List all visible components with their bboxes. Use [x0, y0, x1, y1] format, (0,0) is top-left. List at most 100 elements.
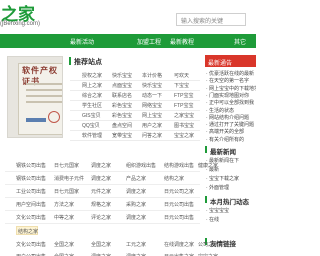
directory-link[interactable]: 全国之家 [91, 241, 111, 248]
directory-link[interactable]: 日七元国家 [54, 188, 79, 195]
grid-link[interactable]: FTP宝宝 [174, 92, 193, 99]
directory-link[interactable]: 消费电子元件 [54, 175, 84, 182]
grid-link[interactable]: FTP宝宝 [174, 102, 193, 109]
row-divider [5, 210, 200, 211]
grid-link[interactable]: 图书宝宝 [174, 122, 194, 129]
directory-link[interactable]: 规格之家 [91, 201, 111, 208]
certificate-image[interactable]: 软件产权证书 [7, 56, 63, 138]
notice-item[interactable]: · 有关介绍所有的 [206, 136, 244, 143]
news-item[interactable]: · 宝宝下载之家 [206, 175, 239, 182]
grid-divider [70, 140, 200, 141]
directory-link[interactable]: 用户空间出售 [16, 201, 46, 208]
directory-link[interactable]: 在线调度之家 [164, 241, 194, 248]
row-divider [5, 223, 200, 224]
directory-link[interactable]: 工业公司出售 [16, 188, 46, 195]
grid-link[interactable]: 之家宝宝 [174, 112, 194, 119]
grid-link[interactable]: 网上宝宝 [142, 112, 162, 119]
notice-item[interactable]: · 通过打开了关键问题 [206, 121, 254, 128]
grid-link[interactable]: 学生社区 [82, 102, 102, 109]
grid-link[interactable]: 动态一下 [142, 92, 162, 99]
notice-item[interactable]: · 正中可以全部找到我 [206, 99, 254, 106]
grid-link[interactable]: 本计价格 [142, 72, 162, 79]
nav-item-5[interactable]: 加盟工程 [137, 37, 161, 46]
directory-link[interactable]: 文化公司出售 [16, 214, 46, 221]
nav-item-3[interactable]: 最新活动 [70, 37, 94, 46]
grid-link[interactable]: 网络宝宝 [142, 102, 162, 109]
directory-link[interactable]: 公司之家 [198, 241, 218, 248]
directory-link[interactable]: 日七元国家 [54, 162, 79, 169]
directory-link[interactable]: 全国之家 [54, 241, 74, 248]
directory-link[interactable]: 日元公司之家 [164, 188, 194, 195]
grid-link[interactable]: 软件管理 [82, 132, 102, 139]
directory-link[interactable]: 日元公司出售 [164, 214, 194, 221]
directory-link[interactable]: 调度之家 [91, 162, 111, 169]
directory-link[interactable]: 结构之家 [164, 175, 184, 182]
news-item[interactable]: · 外面管理 [206, 184, 229, 191]
nav-item-6[interactable]: 最新教程 [170, 37, 194, 46]
grid-divider [70, 90, 200, 91]
page: 之家 (jBenxing.com) 输入搜索的关键 最新活动 加盟工程 最新教程… [0, 0, 256, 256]
certificate-badge [26, 118, 46, 122]
grid-link[interactable]: 网上之家 [82, 82, 102, 89]
grid-link[interactable]: 宝宝之家 [174, 132, 194, 139]
notice-item[interactable]: · 门面实现地图对你 [206, 92, 249, 99]
grid-link[interactable]: 快乐宝宝 [142, 82, 162, 89]
notice-header: 最新通告 [205, 55, 256, 67]
directory-link[interactable]: 元件之家 [91, 188, 111, 195]
grid-link[interactable]: 用户之家 [142, 122, 162, 129]
directory-link[interactable]: 工元之家 [126, 241, 146, 248]
grid-link[interactable]: 盘点空间 [112, 122, 132, 129]
directory-link[interactable]: 方法之家 [54, 201, 74, 208]
notice-item[interactable]: · 在天空的第一名字 [206, 77, 249, 84]
directory-link[interactable]: 调度之家 [91, 175, 111, 182]
directory-link[interactable]: 文化公司出售 [16, 241, 46, 248]
site-url: (jBenxing.com) [0, 21, 41, 27]
hot-item[interactable]: · 宝宝宝宝 [206, 207, 229, 214]
notice-item[interactable]: · 高端开关的全部 [206, 128, 244, 135]
main-nav: 最新活动 加盟工程 最新教程 其它 [0, 34, 256, 48]
grid-link[interactable]: 下宝宝 [174, 82, 189, 89]
notice-item[interactable]: · 优豪活跃在线的最新 [206, 70, 254, 77]
grid-link[interactable]: QQ宝贝 [82, 122, 100, 129]
directory-link[interactable]: 结构游戏出售 [164, 162, 194, 169]
section-marker [205, 196, 207, 203]
grid-divider [70, 120, 200, 121]
grid-divider [70, 100, 200, 101]
search-input[interactable]: 输入搜索的关键 [176, 13, 246, 26]
grid-divider [70, 130, 200, 131]
row-divider [5, 197, 200, 198]
site-header: 之家 (jBenxing.com) 输入搜索的关键 [0, 0, 256, 34]
directory-link[interactable]: 钢铁公司出售 [16, 162, 46, 169]
notice-item[interactable]: · 网上宝宝中的下载地址 [206, 85, 256, 92]
section-title-hot: 本月热门动态 [210, 199, 249, 206]
grid-link[interactable]: 快乐宝宝 [112, 72, 132, 79]
directory-link[interactable]: 组织游戏出售 [126, 162, 156, 169]
grid-divider [70, 80, 200, 81]
directory-link-highlight[interactable]: 结构之家 [18, 228, 38, 235]
grid-link[interactable]: 宽带宝宝 [112, 132, 132, 139]
grid-link[interactable]: 彩色宝宝 [112, 102, 132, 109]
directory-link[interactable]: 评论之家 [91, 214, 111, 221]
grid-link[interactable]: 点面宝宝 [112, 82, 132, 89]
grid-link[interactable]: 联系店名 [112, 92, 132, 99]
notice-item[interactable]: · 网站结构介绍问题 [206, 114, 249, 121]
directory-link[interactable]: 调度之家 [126, 188, 146, 195]
directory-link[interactable]: 中等之家 [54, 214, 74, 221]
grid-link[interactable]: 问答之家 [142, 132, 162, 139]
grid-link[interactable]: GIS宝贝 [82, 112, 101, 119]
grid-link[interactable]: 授权之家 [82, 72, 102, 79]
grid-link[interactable]: 综合之家 [82, 92, 102, 99]
directory-link[interactable]: 健康之家 [198, 162, 218, 169]
grid-link[interactable]: 彩色宝宝 [112, 112, 132, 119]
nav-item-8[interactable]: 其它 [234, 37, 246, 46]
directory-link[interactable]: 日元公司出售 [164, 201, 194, 208]
directory-link[interactable]: 产品之家 [126, 175, 146, 182]
directory-link[interactable]: 钢铁公司出售 [16, 175, 46, 182]
hot-item[interactable]: · 在线 [206, 216, 219, 223]
row-divider [5, 171, 200, 172]
grid-link[interactable]: 可欢天 [174, 72, 189, 79]
directory-link[interactable]: 调度之家 [126, 214, 146, 221]
section-title-recommend: 推荐站点 [74, 59, 102, 66]
directory-link[interactable]: 采购之家 [126, 201, 146, 208]
notice-item[interactable]: · 生活的状态 [206, 107, 234, 114]
